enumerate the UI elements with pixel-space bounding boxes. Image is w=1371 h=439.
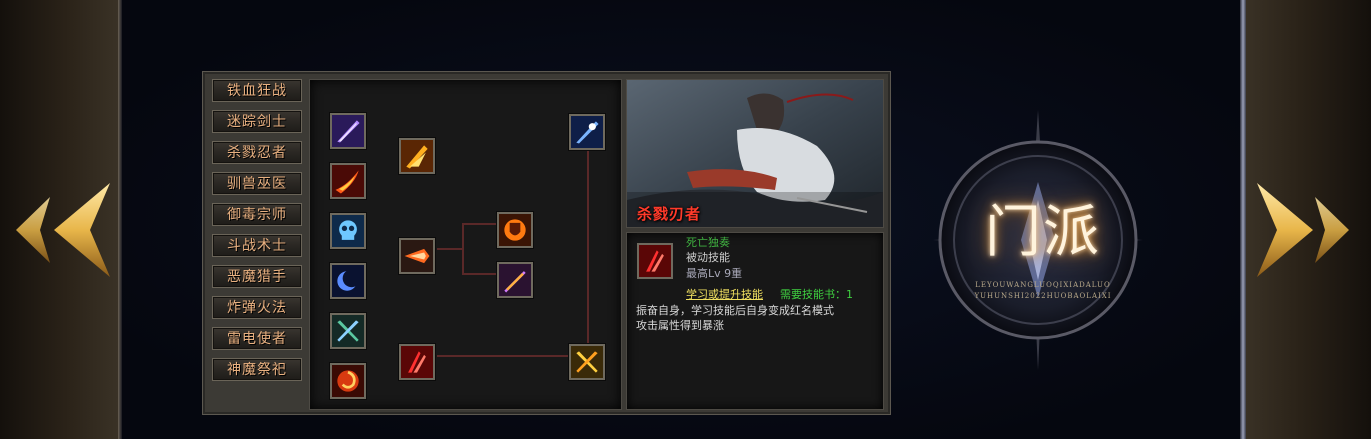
right-frame-edge [1240,0,1246,439]
class-tab-9[interactable]: 雷电使者 [212,327,302,350]
emblem-subtitle-2: YUHUNSHI2022HUOBAOLAIXI [974,292,1112,300]
flame-burst-icon [401,140,433,172]
skill-fire-slash[interactable] [330,163,366,199]
class-tab-3[interactable]: 杀戮忍者 [212,141,302,164]
flame-shield-icon [499,214,531,246]
double-chevron-right-icon [1257,183,1349,277]
skill-book-requirement: 需要技能书：1 [780,288,853,301]
blade-icon [332,115,364,147]
class-tab-8[interactable]: 炸弹火法 [212,296,302,319]
green-cross-blade-icon [332,315,364,347]
blood-claw-icon [639,245,671,277]
emblem-subtitle-1: LEYOUWANGLUOQIXIADALUO [975,281,1111,289]
skill-flame-burst[interactable] [399,138,435,174]
class-portrait: 杀戮刃者 [626,79,884,228]
class-tab-4[interactable]: 驯兽巫医 [212,172,302,195]
skill-blade[interactable] [330,113,366,149]
tree-connector [437,355,570,357]
skill-blue-star-blade[interactable] [569,114,605,150]
skill-fire-dash[interactable] [399,238,435,274]
skill-name: 死亡独奏 [686,236,730,249]
tree-connector [462,223,496,225]
skill-crescent-moon[interactable] [330,263,366,299]
skill-blood-claw[interactable] [399,344,435,380]
skill-ice-skull[interactable] [330,213,366,249]
tree-connector [587,144,589,372]
learn-skill-link[interactable]: 学习或提升技能 [686,288,763,302]
portrait-class-name: 杀戮刃者 [637,205,702,223]
class-tab-10[interactable]: 神魔祭祀 [212,358,302,381]
skill-flame-shield[interactable] [497,212,533,248]
class-tab-2[interactable]: 迷踪剑士 [212,110,302,133]
class-tab-1[interactable]: 铁血狂战 [212,79,302,102]
class-skill-panel: 铁血狂战 迷踪剑士 杀戮忍者 驯兽巫医 御毒宗师 斗战术士 恶魔猎手 炸弹火法 … [202,71,891,415]
next-arrow-button[interactable] [1253,175,1363,285]
skill-gold-cross[interactable] [569,344,605,380]
ice-skull-icon [332,215,364,247]
blue-star-blade-icon [571,116,603,148]
class-tab-5[interactable]: 御毒宗师 [212,203,302,226]
left-frame-edge [118,0,122,439]
skill-green-cross-blade[interactable] [330,313,366,349]
skill-max-level: 最高Lv 9重 [686,267,743,280]
fire-swirl-icon [332,365,364,397]
prev-arrow-button[interactable] [2,175,112,285]
fire-dash-icon [401,240,433,272]
class-list: 铁血狂战 迷踪剑士 杀戮忍者 驯兽巫医 御毒宗师 斗战术士 恶魔猎手 炸弹火法 … [208,79,304,389]
tree-connector [462,223,464,274]
skill-fire-swirl[interactable] [330,363,366,399]
tree-connector [462,273,496,275]
gold-cross-icon [571,346,603,378]
skill-tree [309,79,622,410]
skill-description-line-1: 振奋自身，学习技能后自身变成红名模式 [636,304,834,317]
violet-blade-icon [499,264,531,296]
skill-info-panel: 死亡独奏 被动技能 最高Lv 9重 学习或提升技能 需要技能书：1 振奋自身，学… [626,232,884,410]
double-chevron-left-icon [16,183,110,277]
selected-skill-icon [637,243,673,279]
blood-claw-icon [401,346,433,378]
skill-description-line-2: 攻击属性得到暴涨 [636,319,724,332]
fire-slash-icon [332,165,364,197]
tree-connector [437,248,463,250]
skill-violet-blade[interactable] [497,262,533,298]
class-tab-6[interactable]: 斗战术士 [212,234,302,257]
emblem-title: 门派 [985,200,1101,265]
class-tab-7[interactable]: 恶魔猎手 [212,265,302,288]
skill-type: 被动技能 [686,251,730,264]
crescent-moon-icon [332,265,364,297]
